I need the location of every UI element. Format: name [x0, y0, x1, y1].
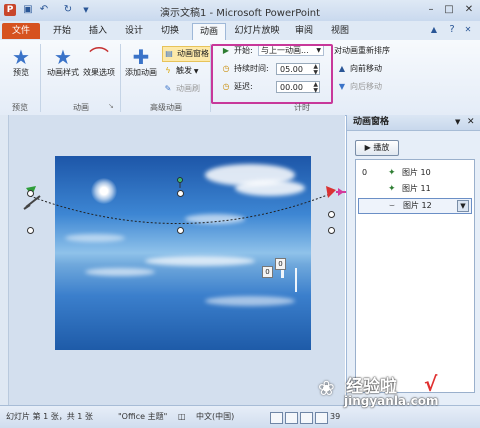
selection-handle[interactable] [328, 227, 335, 234]
animation-list-item-selected[interactable]: ⌣ 图片 12 ▼ [358, 198, 472, 214]
selection-handle[interactable] [177, 227, 184, 234]
watermark-url: jingyanla.com [344, 394, 439, 408]
animation-pane: 动画窗格 ▼ ✕ ▶ 播放 0 ✦ 图片 10 ✦ 图片 11 ⌣ 图片 12 … [346, 115, 480, 405]
watermark: ❀ 经验啦 √ jingyanla.com [318, 372, 468, 412]
pane-close-icon[interactable]: ✕ [467, 115, 475, 130]
slide-info: 幻灯片 第 1 张，共 1 张 [6, 412, 93, 421]
animation-pane-header: 动画窗格 ▼ ✕ [347, 115, 480, 131]
animation-list-item[interactable]: 0 ✦ 图片 10 [358, 166, 470, 180]
item-dropdown-icon[interactable]: ▼ [457, 200, 469, 212]
callout-arrowhead-icon [338, 188, 344, 196]
selection-handle[interactable] [27, 227, 34, 234]
selection-handle[interactable] [177, 190, 184, 197]
pin-effect-icon: ✦ [388, 184, 396, 194]
animation-list: 0 ✦ 图片 10 ✦ 图片 11 ⌣ 图片 12 ▼ [355, 159, 475, 393]
slideshow-view-icon[interactable] [315, 412, 328, 424]
pane-menu-icon[interactable]: ▼ [455, 115, 460, 130]
check-mark-icon: √ [424, 372, 438, 396]
theme-name: "Office 主题" [118, 412, 168, 421]
play-button[interactable]: ▶ 播放 [355, 140, 399, 156]
slide-sorter-view-icon[interactable] [285, 412, 298, 424]
motion-path-effect-icon: ⌣ [389, 201, 395, 211]
motion-path[interactable] [29, 193, 331, 224]
animation-pane-title: 动画窗格 [353, 117, 390, 127]
animation-order-tag[interactable]: 0 [262, 266, 273, 278]
language-status[interactable]: 中文(中国) [196, 406, 234, 428]
rotation-handle[interactable] [177, 177, 183, 183]
selection-handle[interactable] [328, 211, 335, 218]
paw-logo-icon: ❀ [318, 376, 335, 400]
pin-effect-icon: ✦ [388, 168, 396, 178]
path-start-marker [23, 195, 41, 210]
animation-order-tag[interactable]: 0 [275, 258, 286, 270]
animation-list-item[interactable]: ✦ 图片 11 [358, 182, 470, 196]
reading-view-icon[interactable] [300, 412, 313, 424]
spell-check-icon[interactable]: ◫ [178, 406, 186, 428]
selection-handle[interactable] [27, 190, 34, 197]
path-end-arrow-icon [326, 186, 336, 198]
normal-view-icon[interactable] [270, 412, 283, 424]
